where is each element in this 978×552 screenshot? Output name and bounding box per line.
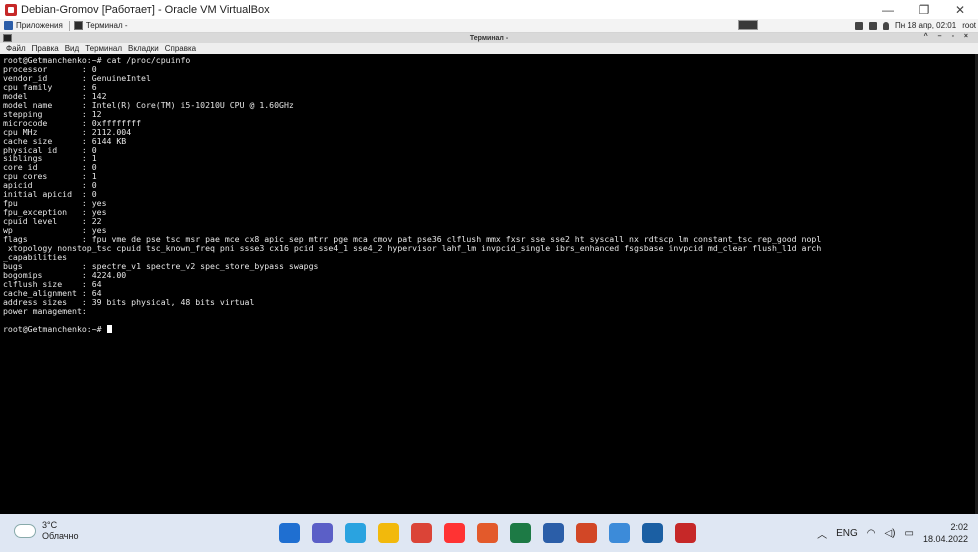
chrome-icon[interactable] — [411, 523, 432, 543]
menu-terminal[interactable]: Терминал — [85, 44, 122, 53]
panel-separator — [68, 20, 70, 31]
cloud-icon — [14, 524, 36, 538]
terminal-titlebar: Терминал - ^ – ▫ × — [0, 33, 978, 43]
terminal-window-icon — [3, 34, 12, 42]
start-icon[interactable] — [279, 523, 300, 543]
menu-help[interactable]: Справка — [165, 44, 196, 53]
panel-tray: Пн 18 апр, 02:01 root — [854, 19, 976, 32]
window-title: Debian-Gromov [Работает] - Oracle VM Vir… — [21, 3, 270, 16]
virtualbox-app-icon — [5, 3, 17, 16]
terminal-menubar: Файл Правка Вид Терминал Вкладки Справка — [0, 43, 978, 54]
minimize-button[interactable]: — — [870, 0, 906, 19]
wifi-icon[interactable]: ◠ — [867, 528, 876, 539]
panel-user[interactable]: root — [962, 21, 976, 30]
debian-vm-icon[interactable] — [675, 523, 696, 543]
volume-icon[interactable]: ◁) — [884, 528, 895, 539]
terminal-task-label: Терминал - — [85, 21, 128, 30]
clipboard-icon[interactable] — [868, 21, 877, 30]
taskbar-terminal-button[interactable]: Терминал - — [73, 21, 128, 30]
window-controls: — ❐ ✕ — [870, 0, 978, 19]
guest-top-panel: Приложения Терминал - Пн 18 апр, 02:01 r… — [0, 19, 978, 33]
windows-taskbar: 3°C Облачно ︿ ENG ◠ ◁) ▭ 2:02 18.04.2022 — [0, 514, 978, 552]
shell-prompt: root@Getmanchenko:~# — [3, 323, 107, 334]
word-icon[interactable] — [543, 523, 564, 543]
battery-icon[interactable]: ▭ — [905, 528, 914, 539]
weather-temperature: 3°C — [42, 520, 58, 530]
close-button[interactable]: ✕ — [942, 0, 978, 19]
terminal-icon — [73, 21, 83, 30]
chevron-up-icon[interactable]: ︿ — [817, 526, 827, 541]
menu-tabs[interactable]: Вкладки — [128, 44, 159, 53]
window-titlebar: Debian-Gromov [Работает] - Oracle VM Vir… — [0, 0, 978, 19]
clock-time: 2:02 — [950, 522, 968, 532]
clock-date: 18.04.2022 — [922, 534, 968, 544]
menu-file[interactable]: Файл — [6, 44, 26, 53]
applications-menu[interactable]: Приложения — [4, 21, 63, 30]
office-icon[interactable] — [477, 523, 498, 543]
excel-icon[interactable] — [510, 523, 531, 543]
language-indicator[interactable]: ENG — [836, 528, 858, 539]
powerpoint-icon[interactable] — [576, 523, 597, 543]
workspace-switcher[interactable] — [738, 20, 758, 30]
notepad-icon[interactable] — [609, 523, 630, 543]
menu-view[interactable]: Вид — [65, 44, 79, 53]
terminal-output-area[interactable]: root@Getmanchenko:~# cat /proc/cpuinfo p… — [0, 54, 975, 514]
pinned-apps — [279, 523, 696, 543]
applications-icon — [4, 21, 13, 30]
menu-edit[interactable]: Правка — [32, 44, 59, 53]
weather-widget[interactable]: 3°C Облачно — [14, 520, 78, 542]
terminal-window-controls[interactable]: ^ – ▫ × — [924, 33, 972, 40]
network-icon[interactable] — [854, 21, 863, 30]
text-cursor — [106, 324, 112, 333]
panel-clock[interactable]: Пн 18 апр, 02:01 — [895, 21, 956, 30]
terminal-title: Терминал - — [469, 34, 509, 42]
maximize-button[interactable]: ❐ — [906, 0, 942, 19]
telegram-icon[interactable] — [345, 523, 366, 543]
notification-bell-icon[interactable] — [882, 21, 889, 30]
yandex-browser-icon[interactable] — [444, 523, 465, 543]
file-explorer-icon[interactable] — [378, 523, 399, 543]
taskbar-clock[interactable]: 2:02 18.04.2022 — [923, 521, 968, 545]
applications-label: Приложения — [16, 21, 63, 30]
virtualbox-icon[interactable] — [642, 523, 663, 543]
cpuinfo-output: root@Getmanchenko:~# cat /proc/cpuinfo p… — [3, 55, 822, 316]
terminal-text: root@Getmanchenko:~# cat /proc/cpuinfo p… — [0, 54, 975, 334]
weather-condition: Облачно — [42, 531, 79, 541]
teams-chat-icon[interactable] — [312, 523, 333, 543]
system-tray: ︿ ENG ◠ ◁) ▭ 2:02 18.04.2022 — [817, 514, 968, 552]
